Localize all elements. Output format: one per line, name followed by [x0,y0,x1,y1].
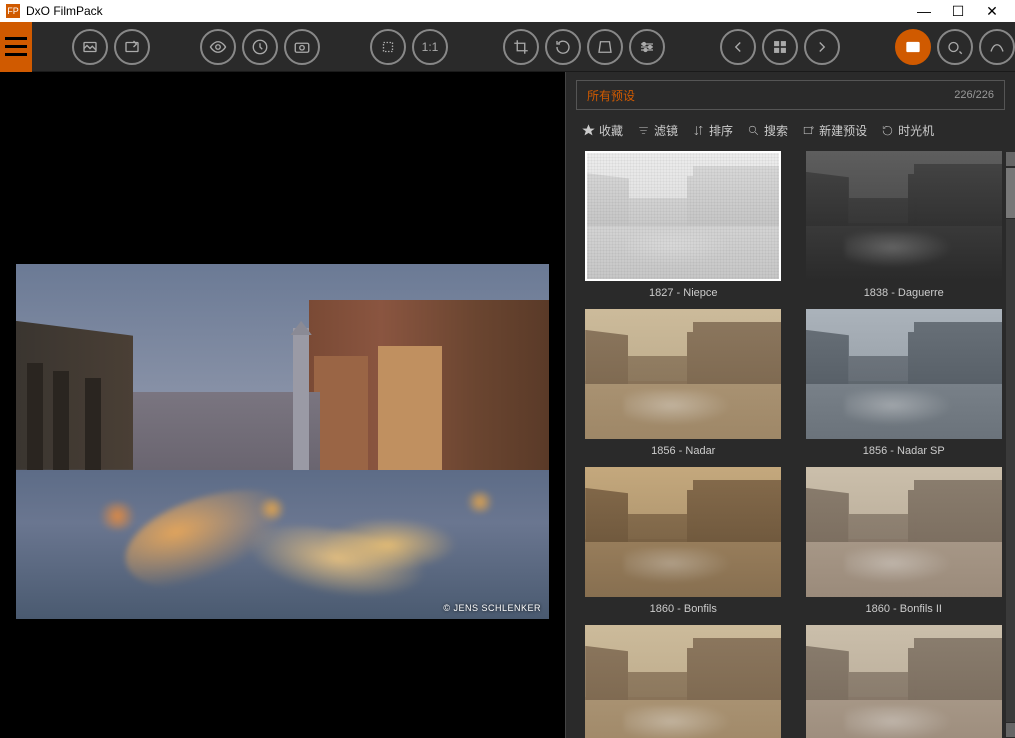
preset-label: 1838 - Daguerre [864,287,944,299]
preset-item[interactable] [580,625,787,738]
time-machine-button[interactable]: 时光机 [881,122,934,139]
main-image [16,264,549,619]
presets-grid: 1827 - Niepce 1838 - Daguerre [566,151,1015,738]
fit-button[interactable] [370,29,406,65]
preset-thumbnail [585,625,781,738]
preset-thumbnail [806,467,1002,597]
rotate-button[interactable] [545,29,581,65]
curves-button[interactable] [979,29,1015,65]
app-icon: FP [6,4,20,18]
preset-thumbnail [585,309,781,439]
preset-thumbnail [585,467,781,597]
preset-item[interactable]: 1838 - Daguerre [801,151,1008,299]
favorites-button[interactable]: 收藏 [582,122,623,139]
presets-toolbar: 收藏 滤镜 排序 搜索 新建预设 时光机 [566,110,1015,151]
app-title: DxO FilmPack [26,4,103,18]
filter-button[interactable]: 滤镜 [637,122,678,139]
presets-header[interactable]: 所有预设 226/226 [576,80,1005,110]
crop-button[interactable] [503,29,539,65]
maximize-button[interactable]: ☐ [941,3,975,20]
save-image-button[interactable] [114,29,150,65]
preset-thumbnail [806,151,1002,281]
preset-item[interactable]: 1827 - Niepce [580,151,787,299]
prev-button[interactable] [720,29,756,65]
preset-label: 1860 - Bonfils II [866,603,942,615]
history-button[interactable] [242,29,278,65]
presets-panel: 所有预设 226/226 收藏 滤镜 排序 搜索 新建预设 时光机 [565,72,1015,738]
preset-item[interactable]: 1860 - Bonfils [580,467,787,615]
search-button[interactable]: 搜索 [747,122,788,139]
close-button[interactable]: ✕ [975,3,1009,20]
preset-item[interactable]: 1856 - Nadar [580,309,787,457]
preset-thumbnail [806,625,1002,738]
open-image-button[interactable] [72,29,108,65]
preset-label: 1860 - Bonfils [650,603,717,615]
preset-item[interactable] [801,625,1008,738]
minimize-button[interactable]: — [907,3,941,19]
perspective-button[interactable] [587,29,623,65]
zoom-1to1-button[interactable]: 1:1 [412,29,448,65]
adjustments-button[interactable] [629,29,665,65]
presets-panel-button[interactable] [895,29,931,65]
preset-thumbnail [585,151,781,281]
scroll-thumb[interactable] [1006,168,1015,218]
preset-label: 1827 - Niepce [649,287,718,299]
next-button[interactable] [804,29,840,65]
preset-thumbnail [806,309,1002,439]
snapshot-button[interactable] [284,29,320,65]
view-button[interactable] [200,29,236,65]
main: © JENS SCHLENKER 所有预设 226/226 收藏 滤镜 排序 搜… [0,72,1015,738]
menu-button[interactable] [0,22,32,72]
sort-button[interactable]: 排序 [692,122,733,139]
presets-scrollbar[interactable] [1005,151,1015,738]
titlebar: FP DxO FilmPack — ☐ ✕ [0,0,1015,22]
new-preset-button[interactable]: 新建预设 [802,122,867,139]
scroll-down-icon[interactable] [1006,723,1015,737]
preset-label: 1856 - Nadar [651,445,715,457]
image-viewer[interactable]: © JENS SCHLENKER [0,72,565,738]
preset-item[interactable]: 1860 - Bonfils II [801,467,1008,615]
preset-label: 1856 - Nadar SP [863,445,945,457]
compare-button[interactable] [937,29,973,65]
preset-item[interactable]: 1856 - Nadar SP [801,309,1008,457]
scroll-up-icon[interactable] [1006,152,1015,166]
image-credit: © JENS SCHLENKER [443,603,541,613]
presets-title: 所有预设 [587,87,635,104]
toolbar: 1:1 [0,22,1015,72]
presets-count: 226/226 [954,89,994,101]
grid-view-button[interactable] [762,29,798,65]
